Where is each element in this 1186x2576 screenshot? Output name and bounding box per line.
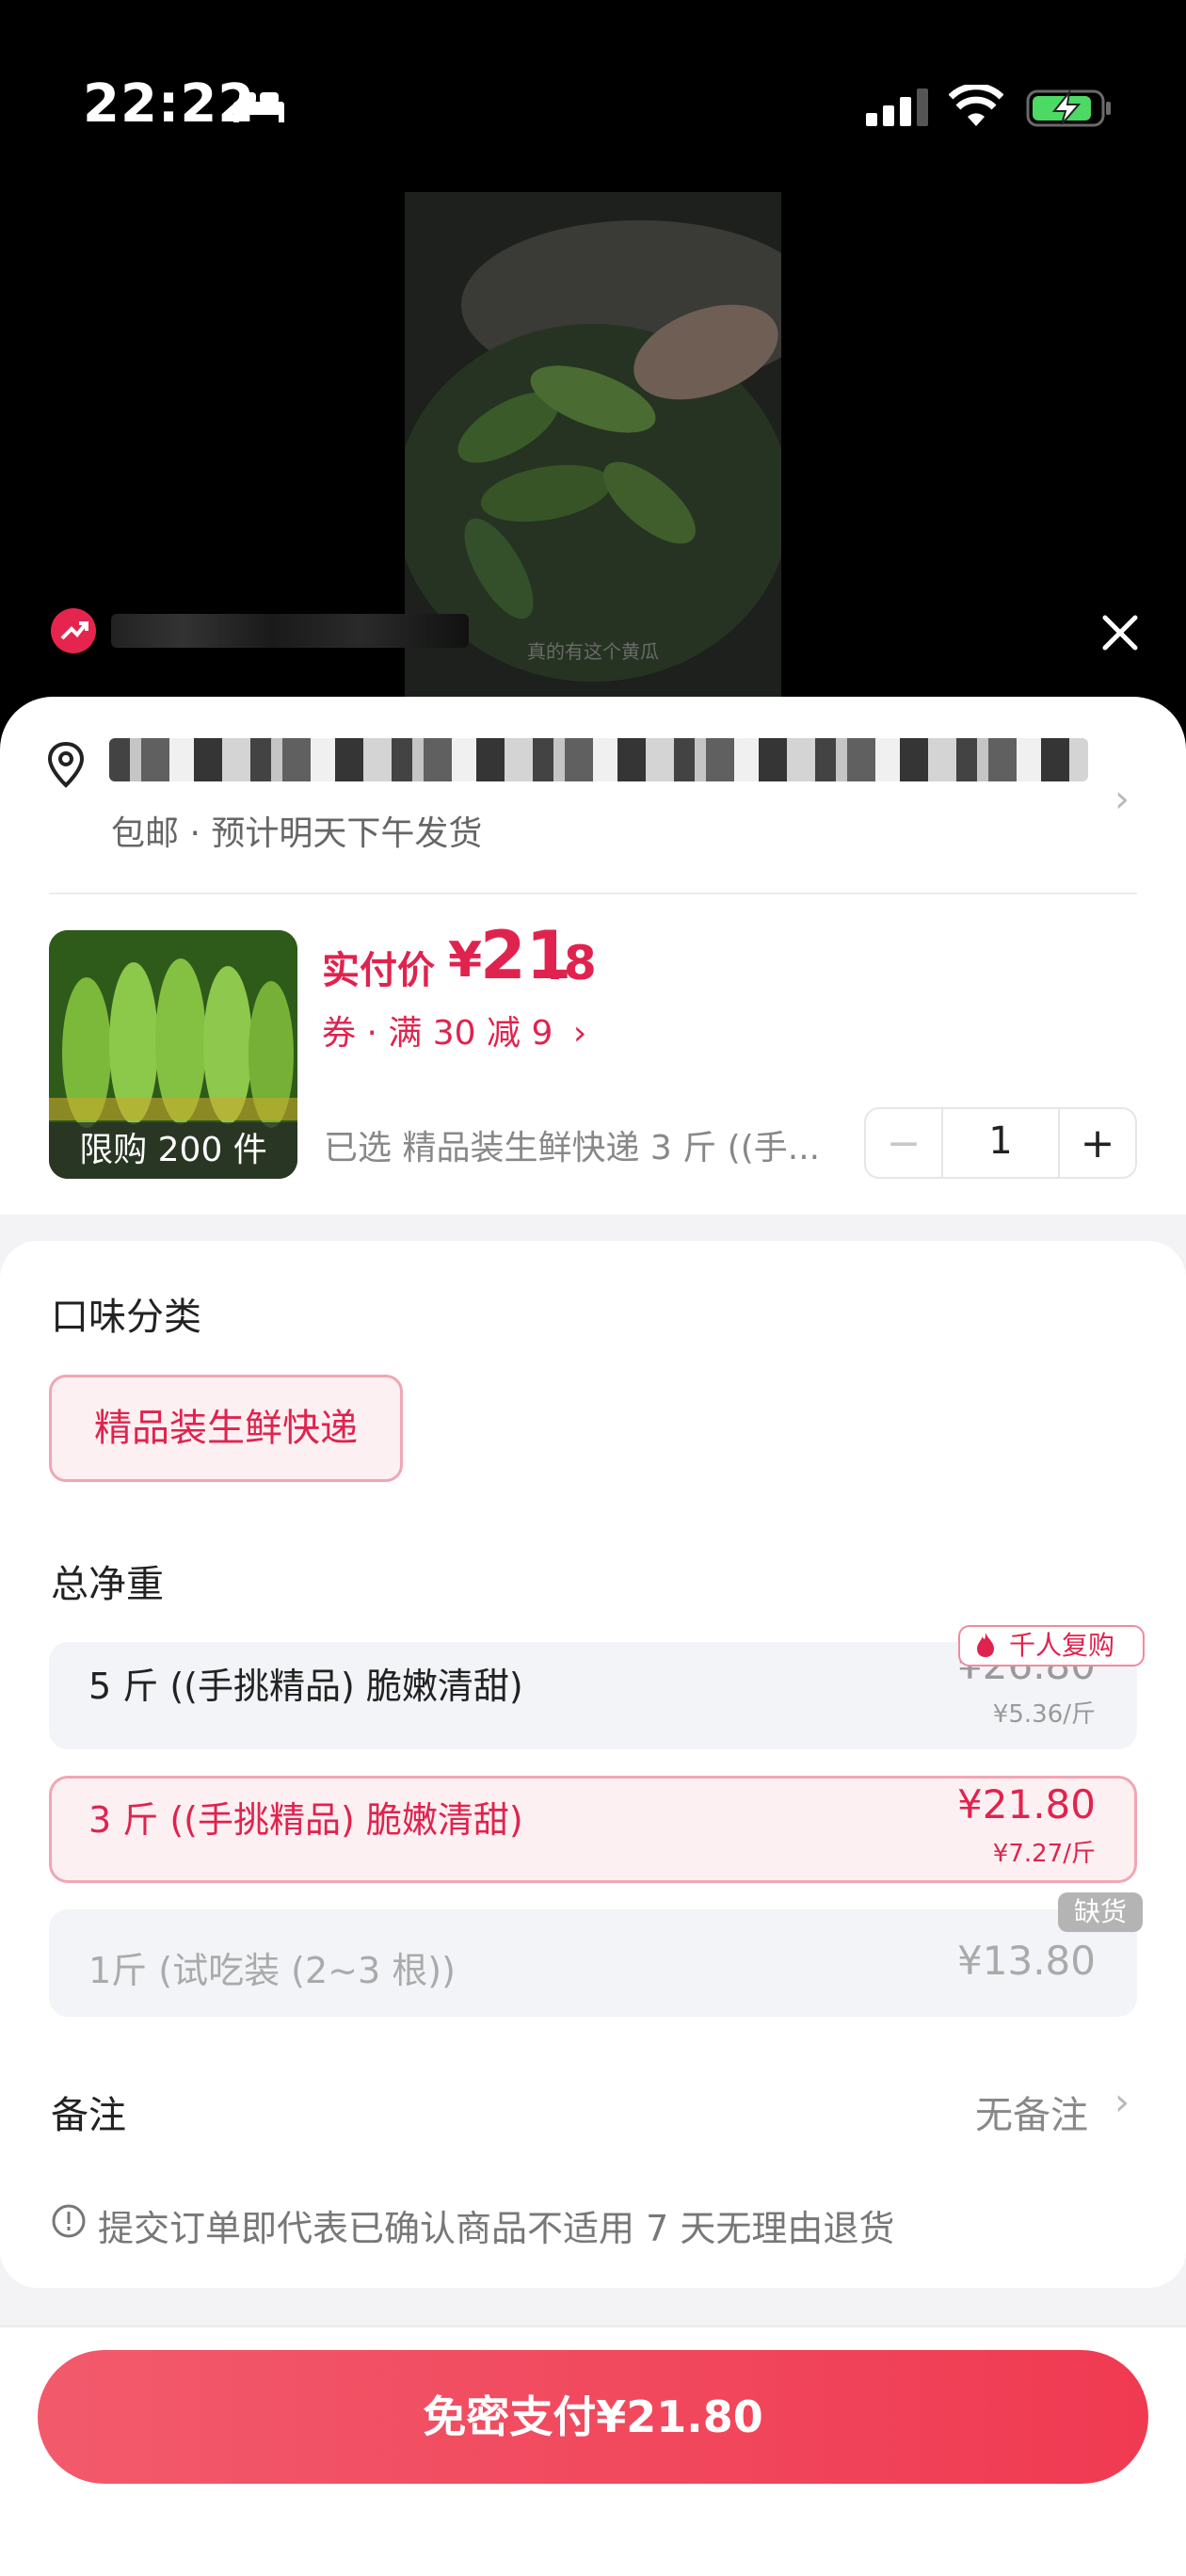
battery-charging-icon — [1026, 89, 1111, 127]
weight-option-label: 1斤 (试吃装 (2~3 根)) — [88, 1950, 456, 1991]
weight-option-price: ¥21.80 — [957, 1781, 1096, 1827]
cellular-signal-icon — [866, 89, 928, 126]
out-of-stock-badge: 缺货 — [1058, 1892, 1143, 1932]
remark-value[interactable]: 无备注 — [975, 2085, 1088, 2139]
status-time: 22:22 — [83, 73, 256, 135]
pay-button[interactable]: 免密支付¥21.80 — [38, 2350, 1148, 2484]
quantity-value[interactable]: 1 — [941, 1107, 1060, 1179]
weight-option-label: 3 斤 ((手挑精品) 脆嫩清甜) — [88, 1799, 523, 1841]
minus-icon[interactable]: − — [866, 1119, 941, 1167]
divider — [49, 893, 1137, 894]
location-pin-icon — [47, 741, 85, 788]
price-label: 实付价 — [322, 949, 435, 992]
wifi-icon — [949, 85, 1003, 126]
coupon-link[interactable]: 券 · 满 30 减 9 › — [322, 1006, 586, 1055]
price-decimal: .8 — [546, 936, 597, 990]
shipping-note: 包邮 · 预计明天下午发货 — [111, 814, 483, 853]
live-room-title-blurred — [111, 614, 469, 648]
weight-option-unit-price: ¥7.27/斤 — [992, 1840, 1096, 1868]
chevron-right-icon: › — [572, 1014, 587, 1053]
flavor-title: 口味分类 — [51, 1296, 201, 1339]
live-room-logo[interactable] — [51, 608, 96, 653]
purchase-limit-label: 限购 200 件 — [49, 1122, 297, 1179]
address-chevron-icon[interactable]: › — [1114, 778, 1130, 821]
weight-option-label: 5 斤 ((手挑精品) 脆嫩清甜) — [88, 1666, 523, 1707]
return-policy-notice: 提交订单即代表已确认商品不适用 7 天无理由退货 — [98, 2208, 895, 2249]
sleep-mode-icon — [233, 92, 284, 122]
plus-icon[interactable]: + — [1060, 1119, 1135, 1167]
selected-spec: 已选 精品装生鲜快递 3 斤 ((手... — [324, 1129, 821, 1167]
coupon-text: 券 · 满 30 减 9 — [322, 1014, 553, 1053]
weight-title: 总净重 — [51, 1563, 164, 1606]
flame-icon — [977, 1633, 994, 1657]
trend-arrow-icon — [60, 621, 88, 640]
close-icon[interactable] — [1094, 606, 1146, 659]
info-icon — [52, 2204, 86, 2238]
weight-option-unit-price: ¥5.36/斤 — [992, 1700, 1096, 1729]
remark-title: 备注 — [51, 2094, 126, 2137]
flavor-option[interactable]: 精品装生鲜快递 — [49, 1375, 403, 1482]
quantity-stepper: − 1 + — [864, 1107, 1137, 1179]
address-blurred[interactable] — [109, 738, 1088, 781]
chevron-right-icon[interactable]: › — [1114, 2081, 1130, 2124]
weight-option-price: ¥13.80 — [957, 1938, 1096, 1984]
price-currency: ¥ — [448, 932, 483, 989]
